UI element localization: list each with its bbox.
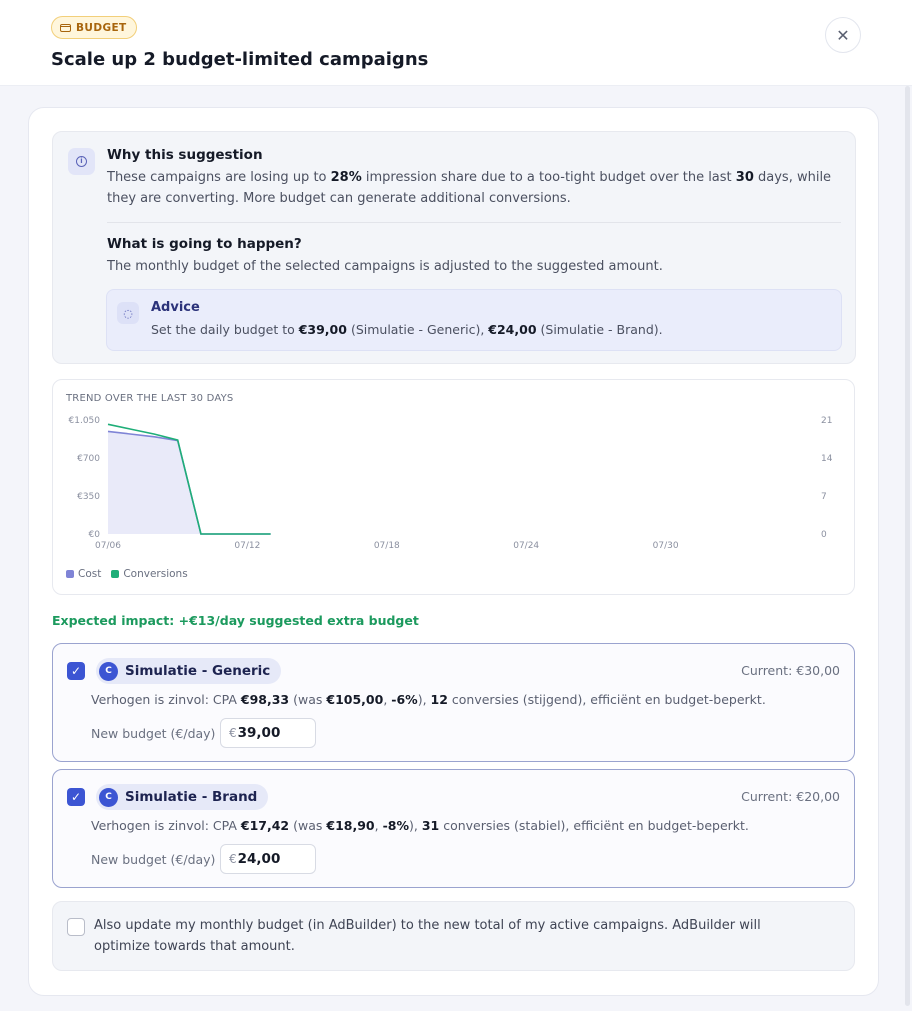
campaign-row: ✓ C Simulatie - Brand Current: €20,00 Ve…: [52, 769, 855, 888]
why-text: These campaigns are losing up to 28% imp…: [107, 170, 832, 206]
x-tick: 07/06: [95, 541, 121, 551]
info-icon: i: [68, 148, 95, 175]
campaign-reason: Verhogen is zinvol: CPA €17,42 (was €18,…: [91, 818, 749, 833]
happen-text: The monthly budget of the selected campa…: [107, 259, 663, 274]
divider: [107, 222, 841, 223]
campaign-name: Simulatie - Brand: [125, 789, 258, 805]
happen-heading: What is going to happen?: [107, 236, 302, 252]
chart-legend: Cost Conversions: [66, 568, 188, 580]
x-tick: 07/30: [653, 541, 679, 551]
legend-conversions: Conversions: [111, 568, 188, 580]
campaign-checkbox[interactable]: ✓: [67, 662, 85, 680]
trend-chart: TREND OVER THE LAST 30 DAYS €1.050 €700 €3…: [52, 379, 855, 595]
x-tick: 07/24: [513, 541, 539, 551]
y-tick-right: 21: [821, 416, 832, 426]
campaign-name-pill: C Simulatie - Generic: [96, 658, 282, 684]
campaign-name: Simulatie - Generic: [125, 663, 271, 679]
update-monthly-budget-label: Also update my monthly budget (in AdBuil…: [94, 918, 761, 954]
advice-text: Set the daily budget to €39,00 (Simulati…: [151, 322, 663, 337]
campaign-name-pill: C Simulatie - Brand: [96, 784, 269, 810]
close-button[interactable]: ✕: [825, 17, 861, 53]
current-budget: Current: €20,00: [741, 789, 840, 804]
new-budget-label: New budget (€/day): [91, 726, 216, 741]
advice-heading: Advice: [151, 300, 200, 315]
y-tick-right: 14: [821, 454, 833, 464]
budget-badge: BUDGET: [51, 16, 137, 39]
legend-cost: Cost: [66, 568, 101, 580]
y-tick-right: 7: [821, 492, 827, 502]
dialog-title: Scale up 2 budget-limited campaigns: [51, 49, 429, 70]
campaign-reason: Verhogen is zinvol: CPA €98,33 (was €105…: [91, 692, 766, 707]
y-tick-left: €700: [77, 454, 100, 464]
close-icon: ✕: [836, 25, 850, 45]
y-tick-left: €0: [89, 530, 101, 540]
advice-box: ◌ Advice Set the daily budget to €39,00 …: [106, 289, 842, 351]
cost-area: [108, 431, 271, 534]
y-tick-right: 0: [821, 530, 827, 540]
campaign-avatar: C: [99, 661, 118, 681]
lightbulb-icon: ◌: [117, 302, 139, 324]
chart-plot: €1.050 €700 €350 €0 21 14 7 0 07/06 07/12 07/18 07/…: [69, 416, 833, 551]
y-tick-left: €1.050: [69, 416, 101, 426]
current-budget: Current: €30,00: [741, 663, 840, 678]
new-budget-label: New budget (€/day): [91, 852, 216, 867]
y-tick-left: €350: [77, 492, 100, 502]
x-tick: 07/12: [234, 541, 260, 551]
badge-label: BUDGET: [76, 21, 127, 34]
why-suggestion-panel: i Why this suggestion These campaigns ar…: [52, 131, 856, 364]
update-monthly-budget-checkbox[interactable]: [67, 918, 85, 936]
wallet-icon: [60, 23, 71, 32]
new-budget-input[interactable]: €39,00: [220, 718, 316, 748]
suggestion-card: i Why this suggestion These campaigns ar…: [28, 107, 879, 996]
campaign-checkbox[interactable]: ✓: [67, 788, 85, 806]
update-monthly-budget-option: Also update my monthly budget (in AdBuil…: [52, 901, 855, 971]
expected-impact: Expected impact: +€13/day suggested extr…: [52, 613, 419, 628]
campaign-row: ✓ C Simulatie - Generic Current: €30,00 …: [52, 643, 855, 762]
scrollbar[interactable]: [905, 86, 910, 1006]
x-tick: 07/18: [374, 541, 400, 551]
why-heading: Why this suggestion: [107, 147, 263, 163]
dialog-header: BUDGET Scale up 2 budget-limited campaig…: [0, 0, 912, 86]
campaign-avatar: C: [99, 787, 118, 807]
new-budget-input[interactable]: €24,00: [220, 844, 316, 874]
